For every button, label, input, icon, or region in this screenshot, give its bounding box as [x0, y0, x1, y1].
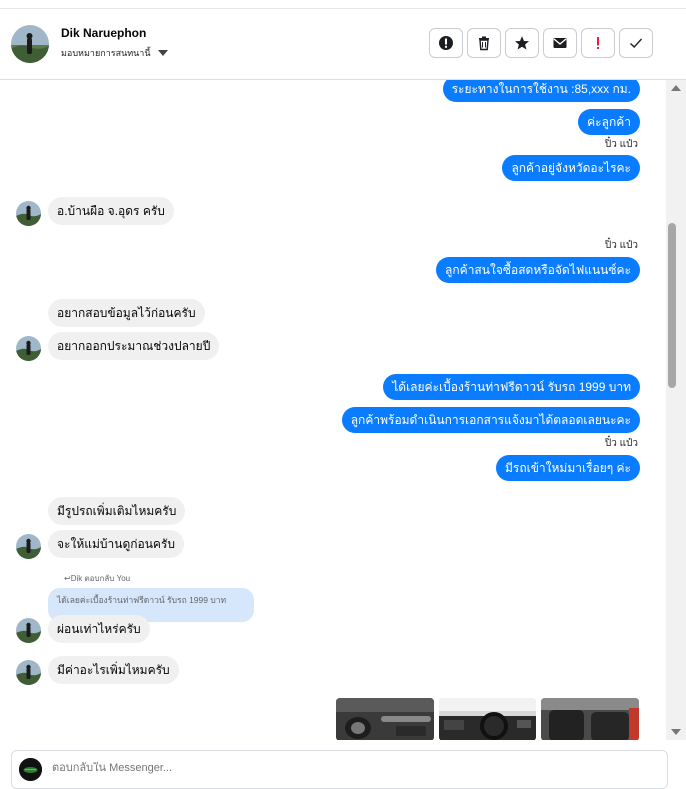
contact-avatar[interactable]: [11, 25, 49, 63]
message-incoming: มีรูปรถเพิ่มเติมไหมครับ: [48, 497, 186, 525]
message-incoming: ผ่อนเท่าไหร่ครับ: [48, 615, 150, 643]
car-photo-dashboard[interactable]: [439, 698, 536, 740]
reply-composer: [11, 750, 668, 789]
scrollbar-thumb[interactable]: [668, 223, 676, 388]
reply-input[interactable]: [52, 762, 552, 774]
delete-button[interactable]: [467, 28, 501, 58]
header-actions: [429, 28, 653, 58]
scroll-up-arrow-icon[interactable]: [671, 85, 681, 91]
reply-context-label: ↩Dik ตอบกลับ You: [64, 574, 131, 583]
thread-scrollbar[interactable]: [666, 80, 686, 740]
seen-by-label: ปิ๋ว แป๋ว: [604, 438, 638, 449]
assign-dropdown[interactable]: มอบหมายการสนทนานี้: [61, 46, 168, 60]
conversation-header: Dik Naruephon มอบหมายการสนทนานี้: [0, 9, 686, 80]
messenger-window: Dik Naruephon มอบหมายการสนทนานี้ ระยะทาง…: [0, 0, 686, 789]
car-photo-interior[interactable]: [541, 698, 639, 740]
caret-down-icon: [157, 50, 168, 56]
seen-by-label: ปิ๋ว แป๋ว: [604, 240, 638, 251]
contact-avatar-small: [16, 660, 41, 685]
exclamation-icon: [597, 37, 599, 49]
alert-circle-icon: [439, 36, 453, 50]
contact-avatar-small: [16, 534, 41, 559]
trash-icon: [479, 36, 489, 51]
spam-button[interactable]: [581, 28, 615, 58]
message-outgoing: ลูกค้าพร้อมดำเนินการเอกสารแจ้งมาได้ตลอดเ…: [341, 407, 640, 433]
message-incoming: มีค่าอะไรเพิ่มไหมครับ: [48, 656, 179, 684]
star-button[interactable]: [505, 28, 539, 58]
message-outgoing: ค่ะลูกค้า: [578, 109, 640, 135]
page-avatar: [19, 758, 42, 781]
scroll-down-arrow-icon[interactable]: [671, 729, 681, 735]
message-incoming: อ.บ้านผือ จ.อุดร ครับ: [48, 197, 174, 225]
contact-avatar-small: [16, 201, 41, 226]
done-button[interactable]: [619, 28, 653, 58]
contact-name: Dik Naruephon: [61, 26, 147, 40]
contact-avatar-small: [16, 618, 41, 643]
message-outgoing: ระยะทางในการใช้งาน :85,xxx กม.: [442, 80, 640, 102]
message-outgoing: ลูกค้าอยู่จังหวัดอะไรคะ: [502, 155, 640, 181]
contact-avatar-small: [16, 336, 41, 361]
star-icon: [515, 36, 529, 50]
message-thread[interactable]: ระยะทางในการใช้งาน :85,xxx กม. ค่ะลูกค้า…: [0, 80, 666, 740]
message-outgoing: ลูกค้าสนใจซื้อสดหรือจัดไฟแนนซ์คะ: [436, 257, 640, 283]
envelope-icon: [553, 38, 567, 48]
car-photo-door[interactable]: [336, 698, 434, 740]
message-outgoing: ได้เลยค่ะเบื้องร้านท่าฟรีดาวน์ รับรถ 199…: [383, 374, 640, 400]
assign-label: มอบหมายการสนทนานี้: [61, 48, 151, 58]
mark-unread-button[interactable]: [543, 28, 577, 58]
report-button[interactable]: [429, 28, 463, 58]
check-icon: [630, 38, 643, 48]
message-outgoing: มีรถเข้าใหม่มาเรื่อยๆ ค่ะ: [495, 455, 640, 481]
message-incoming: อยากออกประมาณช่วงปลายปี: [48, 332, 220, 360]
message-incoming: อยากสอบข้อมูลไว้ก่อนครับ: [48, 299, 205, 327]
seen-by-label: ปิ๋ว แป๋ว: [604, 139, 638, 150]
message-incoming: จะให้แม่บ้านดูก่อนครับ: [48, 530, 185, 558]
